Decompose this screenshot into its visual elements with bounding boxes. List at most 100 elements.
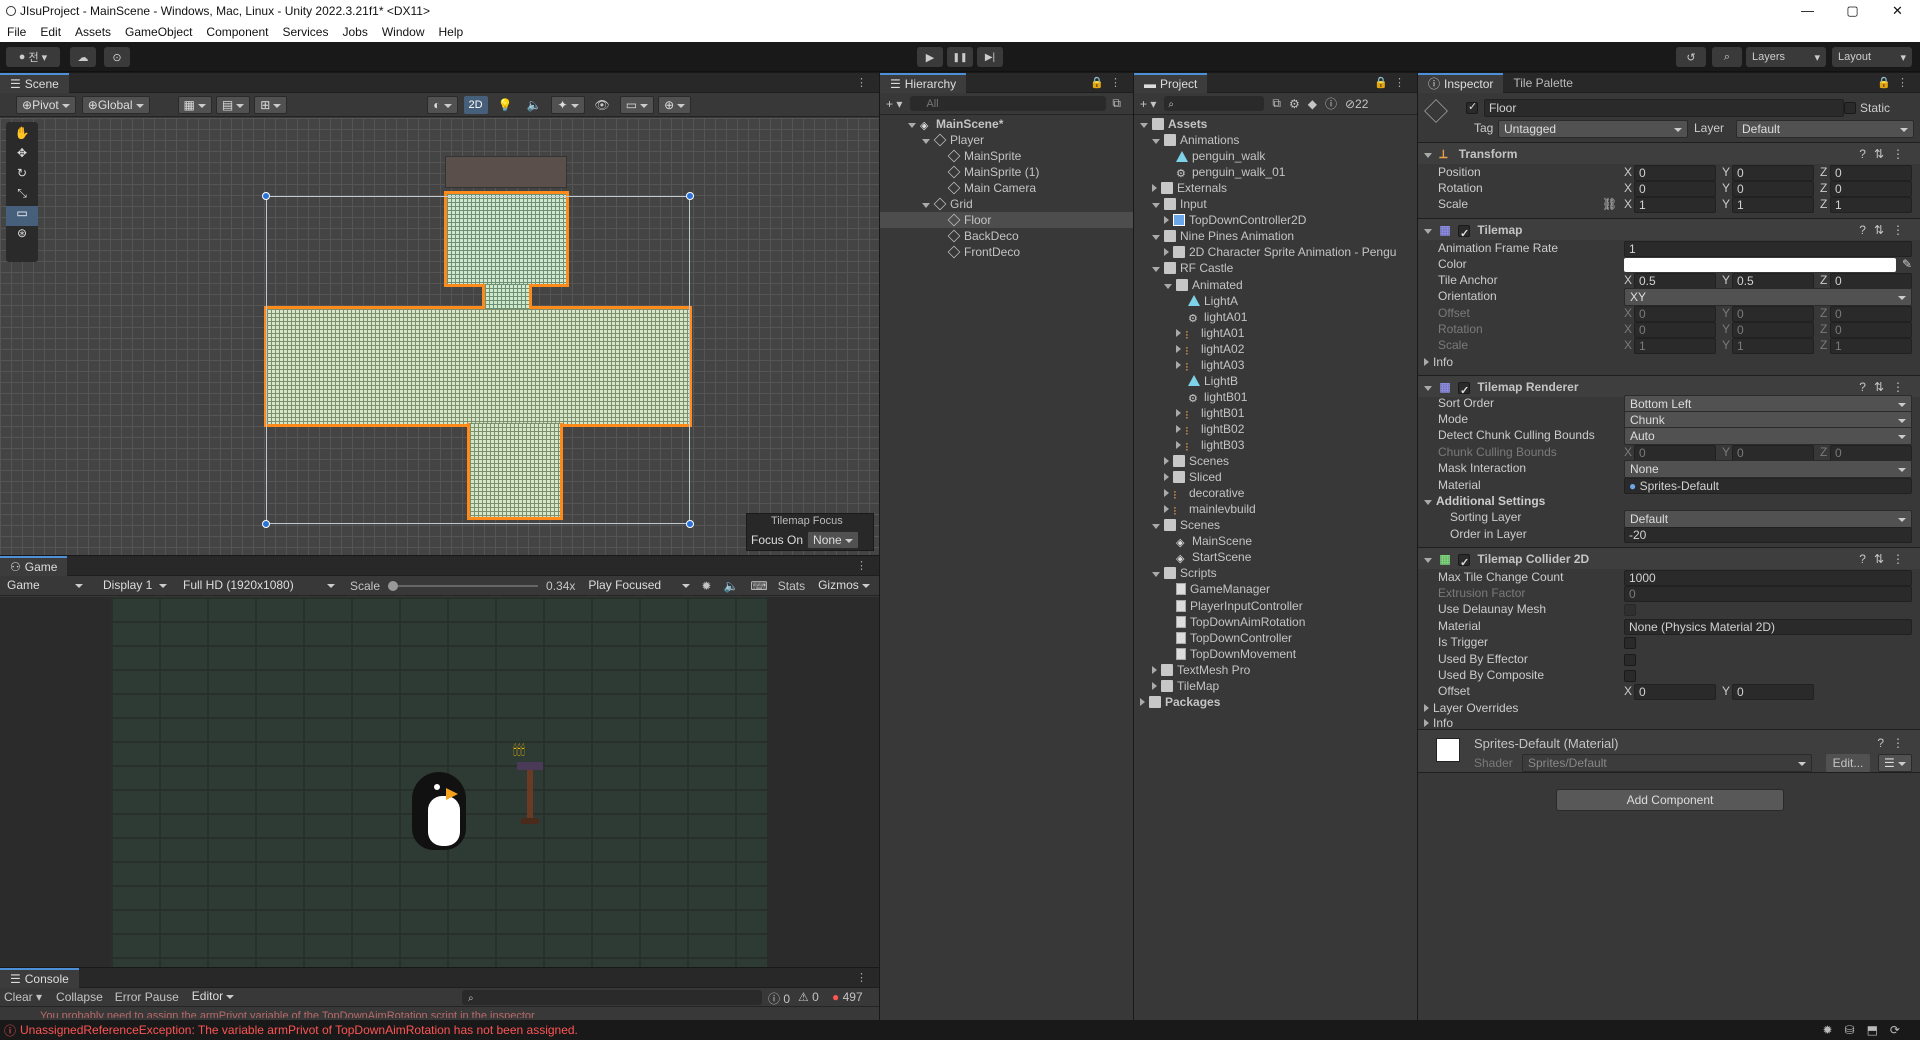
gizmos-dropdown[interactable]: ⊕ xyxy=(658,95,692,114)
play-focused-dropdown[interactable]: Play Focused xyxy=(583,577,695,595)
transform-tool-icon[interactable]: ⊛ xyxy=(6,226,38,246)
camera-dropdown[interactable]: ▭ xyxy=(619,95,655,114)
active-checkbox[interactable] xyxy=(1466,100,1478,114)
project-item[interactable]: ⁝ lightA03 xyxy=(1134,357,1417,374)
step-button[interactable]: ▶| xyxy=(977,47,1003,67)
shortcuts-icon[interactable]: ⌨ xyxy=(750,579,767,593)
project-item[interactable]: ◈ MainScene xyxy=(1134,533,1417,549)
clear-button[interactable]: Clear xyxy=(4,990,33,1004)
renderer-material-field[interactable]: ● Sprites-Default xyxy=(1624,478,1912,494)
expand-down-icon[interactable] xyxy=(1152,203,1160,209)
renderer-enabled-checkbox[interactable] xyxy=(1458,380,1471,402)
position-z-field[interactable]: 0 xyxy=(1830,165,1912,181)
account-button[interactable]: ● 전 ▾ xyxy=(6,47,60,67)
expand-right-icon[interactable] xyxy=(1176,441,1181,449)
global-dropdown[interactable]: ⊕Global xyxy=(81,95,150,114)
search-by-label-icon[interactable]: ⚙ xyxy=(1289,97,1300,111)
orientation-dropdown[interactable]: XY xyxy=(1624,288,1912,306)
mute-audio-icon[interactable]: 🔈 xyxy=(723,579,738,593)
expand-down-icon[interactable] xyxy=(1140,123,1148,128)
project-item[interactable]: ⁝ decorative xyxy=(1134,485,1417,502)
expand-right-icon[interactable] xyxy=(1176,408,1181,417)
collider-offset-y-field[interactable]: 0 xyxy=(1732,684,1814,700)
shader-menu-dropdown[interactable]: ☰ xyxy=(1878,754,1912,772)
tile-anchor-z-field[interactable]: 0 xyxy=(1830,273,1912,289)
project-item[interactable]: RF Castle xyxy=(1134,260,1417,276)
selection-rect[interactable] xyxy=(266,196,690,524)
shader-edit-button[interactable]: Edit... xyxy=(1826,754,1870,772)
project-item[interactable]: ⚙ lightA01 xyxy=(1134,309,1417,325)
minimize-button[interactable]: — xyxy=(1785,0,1830,22)
project-item[interactable]: ⁝ lightB01 xyxy=(1134,405,1417,422)
layers-dropdown[interactable]: Layers ▾ xyxy=(1746,47,1826,67)
tab-console[interactable]: ☰ Console xyxy=(0,968,79,988)
expand-right-icon[interactable] xyxy=(1176,344,1181,353)
project-item[interactable]: ⚙ penguin_walk_01 xyxy=(1134,164,1417,180)
tilemap-scale-y-field[interactable]: 1 xyxy=(1732,338,1814,354)
layer-overrides-foldout[interactable]: Layer Overrides xyxy=(1424,701,1518,715)
expand-right-icon[interactable] xyxy=(1176,360,1181,369)
scale-tool-icon[interactable]: ⤡ xyxy=(6,186,38,206)
tilemap-info-foldout[interactable]: Info xyxy=(1424,355,1453,369)
project-item[interactable]: ⁝ lightA01 xyxy=(1134,325,1417,342)
extrusion-field[interactable]: 0 xyxy=(1624,586,1912,602)
status-bar[interactable]: ⓘ UnassignedReferenceException: The vari… xyxy=(0,1020,1920,1040)
tilemap-enabled-checkbox[interactable] xyxy=(1458,223,1471,245)
game-viewport[interactable]: 🕯🕯🕯 xyxy=(0,597,879,967)
project-item[interactable]: Assets xyxy=(1134,116,1417,132)
used-by-effector-checkbox[interactable] xyxy=(1624,654,1636,666)
project-item[interactable]: Scenes xyxy=(1134,453,1417,469)
expand-right-icon[interactable] xyxy=(1164,248,1169,257)
expand-right-icon[interactable] xyxy=(1164,489,1169,498)
collider-material-field[interactable]: None (Physics Material 2D) xyxy=(1624,619,1912,635)
scene-filter-icon[interactable]: ⧉ xyxy=(1112,96,1121,111)
menu-help[interactable]: Help xyxy=(432,25,471,39)
project-item[interactable]: Scenes xyxy=(1134,517,1417,533)
project-item[interactable]: GameManager xyxy=(1134,581,1417,597)
layer-dropdown[interactable]: Default xyxy=(1736,120,1914,138)
menu-window[interactable]: Window xyxy=(375,25,432,39)
tab-game[interactable]: ⚇ Game xyxy=(0,556,68,576)
additional-settings-foldout[interactable]: Additional Settings xyxy=(1424,494,1545,508)
project-item[interactable]: ⚙ lightB01 xyxy=(1134,389,1417,405)
order-in-layer-field[interactable]: -20 xyxy=(1624,527,1912,543)
collider-offset-x-field[interactable]: 0 xyxy=(1634,684,1716,700)
project-item[interactable]: ⁝ mainlevbuild xyxy=(1134,501,1417,518)
expand-down-icon[interactable] xyxy=(1152,524,1160,530)
component-menu-icons[interactable]: ?⇅⋮ xyxy=(1859,143,1912,165)
tilemap-offset-y-field[interactable]: 0 xyxy=(1732,306,1814,322)
history-icon[interactable]: ↺ xyxy=(1676,47,1706,67)
static-checkbox[interactable] xyxy=(1844,102,1856,114)
expand-right-icon[interactable] xyxy=(1152,665,1157,674)
expand-down-icon[interactable] xyxy=(908,123,916,128)
favorite-icon[interactable]: ◆ xyxy=(1308,97,1317,111)
project-item[interactable]: LightA xyxy=(1134,293,1417,309)
expand-right-icon[interactable] xyxy=(1152,681,1157,690)
is-trigger-checkbox[interactable] xyxy=(1624,637,1636,649)
project-item[interactable]: TopDownController2D xyxy=(1134,212,1417,228)
used-by-composite-checkbox[interactable] xyxy=(1624,670,1636,682)
add-component-button[interactable]: Add Component xyxy=(1556,789,1784,811)
hierarchy-item[interactable]: Main Camera xyxy=(880,180,1133,196)
2d-toggle-button[interactable]: 2D xyxy=(463,95,488,114)
project-item[interactable]: Externals xyxy=(1134,180,1417,196)
sorting-layer-dropdown[interactable]: Default xyxy=(1624,510,1912,528)
pivot-dropdown[interactable]: ⊕Pivot xyxy=(16,95,76,114)
hierarchy-item[interactable]: Player xyxy=(880,132,1133,148)
object-name-field[interactable]: Floor xyxy=(1484,99,1844,117)
transform-header[interactable]: ⟂ Transform ?⇅⋮ xyxy=(1418,142,1920,164)
scene-visibility-icon[interactable]: 👁 xyxy=(595,98,610,112)
expand-right-icon[interactable] xyxy=(1176,328,1181,337)
stats-button[interactable]: Stats xyxy=(778,579,805,593)
link-scale-icon[interactable]: ⛓ xyxy=(1602,197,1617,211)
layout-dropdown[interactable]: Layout ▾ xyxy=(1832,47,1912,67)
tilemap-rotation-y-field[interactable]: 0 xyxy=(1732,322,1814,338)
panel-menu-icon[interactable]: 🔒⋮ xyxy=(1090,76,1127,89)
play-button[interactable]: ▶ xyxy=(917,47,943,67)
eyedropper-icon[interactable]: ✎ xyxy=(1902,257,1912,271)
culling-bounds-z-field[interactable]: 0 xyxy=(1830,445,1912,461)
expand-down-icon[interactable] xyxy=(1164,283,1172,289)
panel-menu-icon[interactable]: 🔒⋮ xyxy=(1374,76,1411,89)
tab-hierarchy[interactable]: ☰ Hierarchy xyxy=(880,73,967,93)
effects-dropdown[interactable]: ✦ xyxy=(551,95,585,114)
